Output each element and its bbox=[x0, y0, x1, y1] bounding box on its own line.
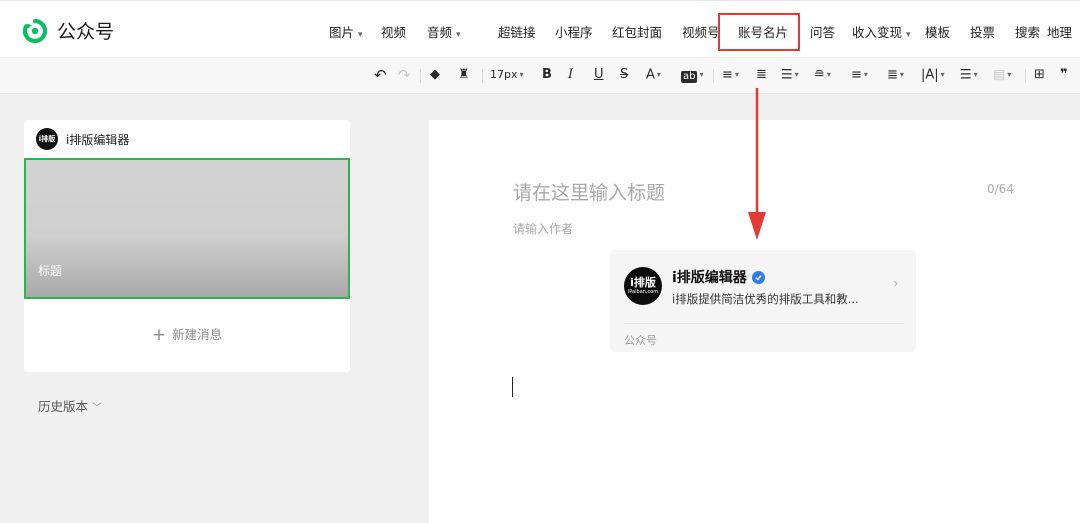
chevron-down-icon: ﹀ bbox=[92, 403, 103, 414]
menu-label: 图片 bbox=[329, 25, 355, 40]
menu-label: 搜索 bbox=[1015, 25, 1041, 40]
menu-label: 音频 bbox=[427, 25, 453, 40]
title-counter: 0/64 bbox=[987, 182, 1014, 196]
background-color-button[interactable]: ab ▾ bbox=[681, 66, 704, 85]
menu-mini-program[interactable]: 小程序 bbox=[555, 22, 593, 41]
account-card-name-text: i排版编辑器 bbox=[672, 270, 747, 286]
account-card-type: 公众号 bbox=[624, 334, 657, 347]
menu-label: 视频号 bbox=[682, 25, 720, 40]
new-message-button[interactable]: + 新建消息 bbox=[24, 324, 350, 345]
bold-button[interactable]: B bbox=[542, 66, 552, 84]
line-height-icon[interactable]: ≘ ▾ bbox=[814, 66, 831, 85]
quote-icon[interactable]: ❞ bbox=[1060, 66, 1068, 84]
block-format-icon[interactable]: ▤ ▾ bbox=[993, 66, 1011, 85]
redo-icon[interactable]: ↷ bbox=[398, 66, 411, 84]
toolbar-divider bbox=[713, 69, 714, 83]
format-painter-icon[interactable]: ♜ bbox=[458, 66, 470, 84]
avatar-main-text: i排版 bbox=[630, 276, 656, 289]
menu-hyperlink[interactable]: 超链接 bbox=[498, 22, 536, 41]
divider bbox=[624, 323, 904, 324]
font-color-label: A bbox=[646, 67, 655, 83]
menu-location[interactable]: 地理 bbox=[1047, 22, 1072, 41]
account-card-embed[interactable]: i排版 iPaiban.com i排版编辑器 i排版提供简洁优秀的排版工具和教.… bbox=[610, 250, 916, 352]
toolbar-divider bbox=[420, 69, 421, 83]
menu-label: 收入变现 bbox=[852, 25, 903, 40]
dropdown-icon: ▾ bbox=[456, 30, 461, 40]
chevron-right-icon: › bbox=[893, 276, 899, 292]
menu-label: 小程序 bbox=[555, 25, 593, 40]
top-bar: 公众号 图片 ▾ 视频 音频 ▾ 超链接 小程序 红包封面 视频号 账号名片 问答 … bbox=[0, 0, 1080, 57]
align-center-icon[interactable]: ☰ ▾ bbox=[781, 66, 799, 85]
dropdown-icon: ▾ bbox=[656, 70, 661, 79]
toolbar-divider bbox=[482, 69, 483, 83]
menu-image[interactable]: 图片 ▾ bbox=[329, 22, 363, 41]
menu-channels[interactable]: 视频号 bbox=[682, 22, 720, 41]
text-spacing-icon[interactable]: |A| ▾ bbox=[921, 66, 945, 85]
menu-search[interactable]: 搜索 bbox=[1015, 22, 1040, 41]
verified-icon bbox=[751, 270, 765, 284]
indent-icon[interactable]: ≣ bbox=[756, 66, 767, 84]
align-left-icon[interactable]: ≡ ▾ bbox=[722, 66, 739, 85]
menu-red-packet-cover[interactable]: 红包封面 bbox=[612, 22, 662, 41]
menu-label: 投票 bbox=[970, 25, 996, 40]
new-message-label: 新建消息 bbox=[172, 327, 223, 342]
avatar: i排版 bbox=[36, 128, 58, 150]
author-input[interactable]: 请输入作者 bbox=[513, 220, 573, 237]
dropdown-icon: ▾ bbox=[699, 70, 704, 79]
font-size-select[interactable]: 17px ▾ bbox=[490, 66, 524, 84]
font-color-button[interactable]: A ▾ bbox=[646, 66, 661, 85]
list-icon[interactable]: ☰ ▾ bbox=[960, 66, 978, 85]
table-icon[interactable]: ⊞ bbox=[1034, 66, 1045, 84]
toolbar-divider bbox=[1025, 69, 1026, 83]
menu-label: 红包封面 bbox=[612, 25, 663, 40]
account-header: i排版 i排版编辑器 bbox=[36, 128, 129, 150]
background-color-label: ab bbox=[681, 70, 698, 83]
letter-spacing-icon[interactable]: ≣ ▾ bbox=[887, 66, 904, 85]
menu-label: 超链接 bbox=[498, 25, 536, 40]
article-list-card: i排版 i排版编辑器 标题 + 新建消息 bbox=[24, 120, 350, 372]
menu-vote[interactable]: 投票 bbox=[970, 22, 995, 41]
account-name: i排版编辑器 bbox=[66, 132, 130, 147]
article-cover-title: 标题 bbox=[38, 264, 63, 278]
menu-audio[interactable]: 音频 ▾ bbox=[427, 22, 461, 41]
wechat-official-logo-icon bbox=[23, 18, 47, 43]
menu-label: 模板 bbox=[925, 25, 951, 40]
logo: 公众号 bbox=[23, 17, 114, 44]
menu-label: 问答 bbox=[810, 25, 836, 40]
font-size-value: 17px bbox=[490, 68, 518, 81]
paragraph-spacing-icon[interactable]: ≡ ▾ bbox=[851, 66, 868, 85]
menu-qa[interactable]: 问答 bbox=[810, 22, 835, 41]
strikethrough-button[interactable]: S bbox=[620, 66, 628, 84]
clear-format-icon[interactable]: ◆ bbox=[430, 66, 440, 84]
account-card-description: i排版提供简洁优秀的排版工具和教... bbox=[672, 292, 859, 306]
dropdown-icon: ▾ bbox=[519, 70, 524, 79]
history-version-button[interactable]: 历史版本 ﹀ bbox=[38, 396, 102, 415]
menu-template[interactable]: 模板 bbox=[925, 22, 950, 41]
format-toolbar: ↶ ↷ ◆ ♜ 17px ▾ B I U S A ▾ ab ▾ ≡ ▾ ≣ ☰ ▾ ≘ ▾ … bbox=[0, 57, 1080, 94]
red-arrow-annotation bbox=[748, 88, 766, 240]
menu-video[interactable]: 视频 bbox=[381, 22, 406, 41]
plus-icon: + bbox=[151, 325, 167, 345]
text-cursor bbox=[512, 377, 513, 397]
title-input[interactable]: 请在这里输入标题 bbox=[513, 178, 665, 205]
account-card-name: i排版编辑器 bbox=[672, 267, 765, 287]
article-cover[interactable]: 标题 bbox=[24, 158, 350, 299]
underline-button[interactable]: U bbox=[594, 66, 604, 84]
history-label: 历史版本 bbox=[38, 399, 89, 414]
app-title: 公众号 bbox=[57, 21, 115, 43]
avatar-sub-text: iPaiban.com bbox=[627, 289, 659, 295]
menu-monetization[interactable]: 收入变现 ▾ bbox=[852, 22, 911, 41]
dropdown-icon: ▾ bbox=[906, 30, 911, 40]
highlight-annotation bbox=[718, 13, 800, 51]
undo-icon[interactable]: ↶ bbox=[374, 66, 387, 84]
italic-button[interactable]: I bbox=[568, 66, 573, 84]
menu-label: 地理 bbox=[1047, 25, 1073, 40]
dropdown-icon: ▾ bbox=[358, 30, 363, 40]
menu-label: 视频 bbox=[381, 25, 407, 40]
account-avatar: i排版 iPaiban.com bbox=[624, 267, 662, 305]
